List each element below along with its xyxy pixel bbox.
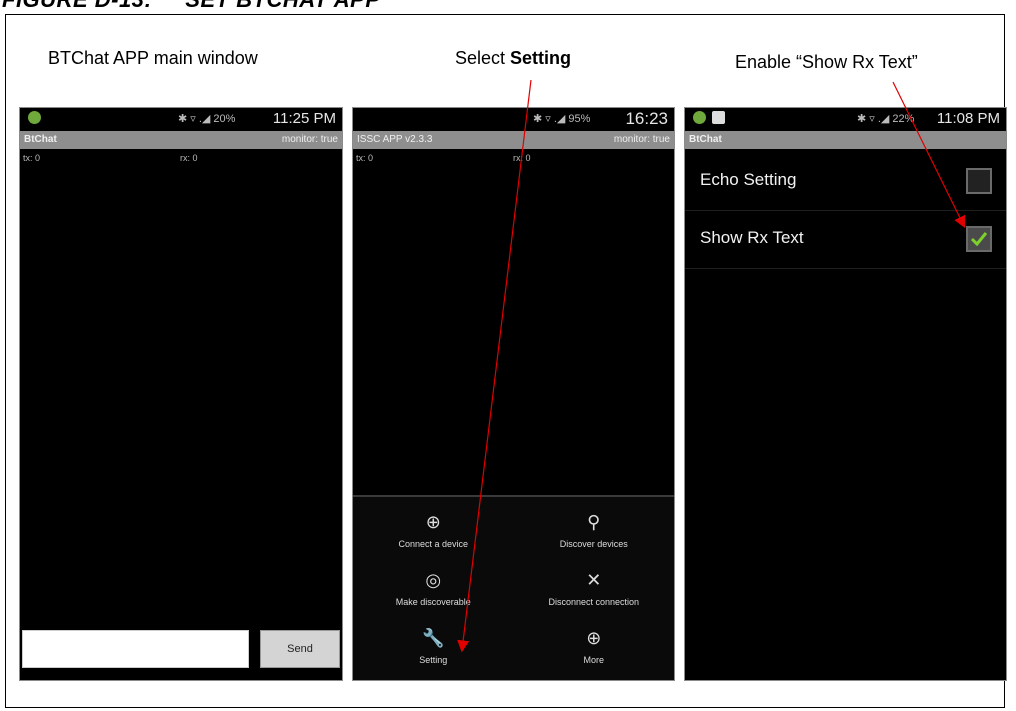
- arrow-to-setting: [457, 79, 532, 653]
- annotation-arrows: [457, 79, 966, 653]
- arrow-to-show-rx-checkbox: [892, 81, 966, 229]
